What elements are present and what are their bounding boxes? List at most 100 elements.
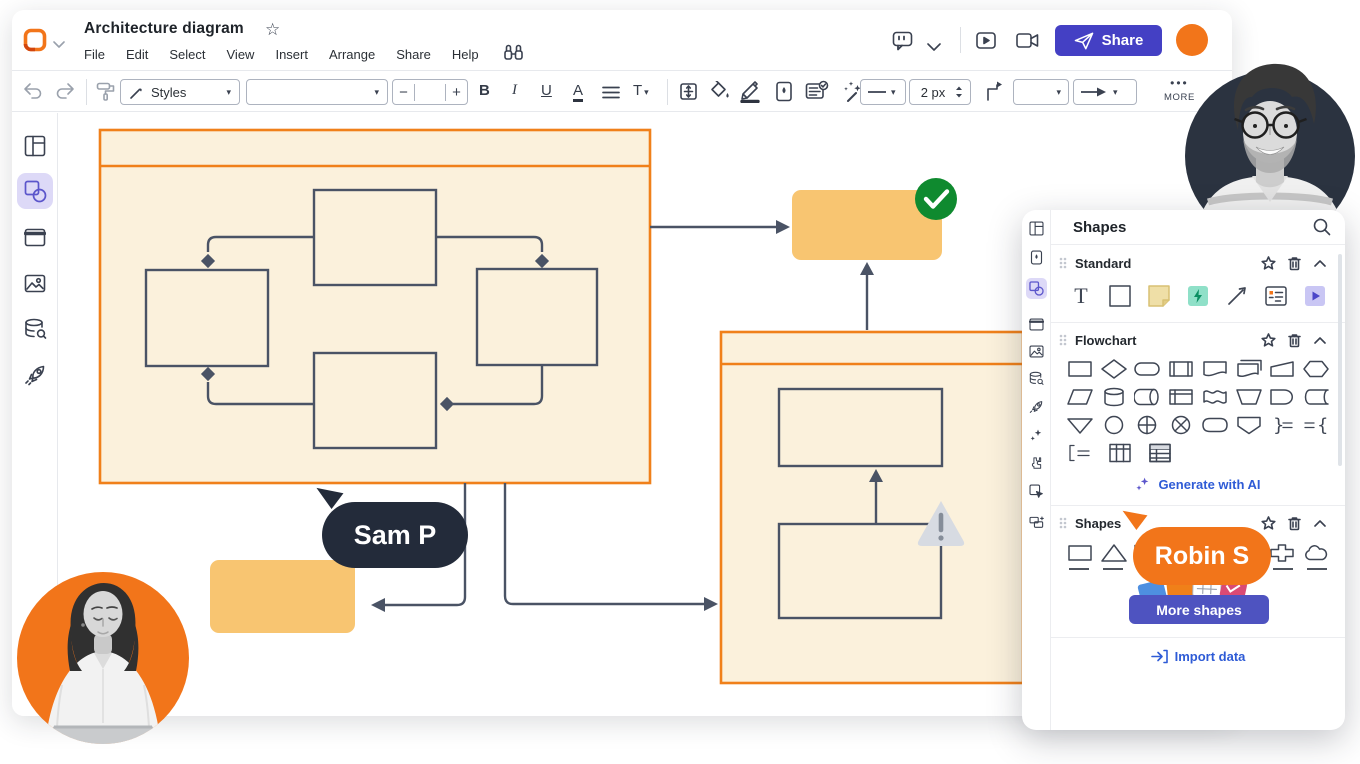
more-shapes-button[interactable]: More shapes	[1129, 595, 1269, 624]
generate-ai-button[interactable]: Generate with AI	[1051, 469, 1345, 499]
shape-loop-limit[interactable]	[1202, 415, 1228, 435]
process-box[interactable]	[779, 389, 942, 466]
favorite-star-icon[interactable]: ☆	[265, 20, 280, 40]
shape-embed[interactable]	[1303, 284, 1327, 308]
magic-rail-icon[interactable]	[1026, 425, 1047, 446]
templates-icon[interactable]	[23, 134, 47, 158]
shape-manual-operation[interactable]	[1236, 387, 1262, 407]
italic-icon[interactable]: I	[512, 82, 517, 99]
rocket-rail-icon[interactable]	[1026, 397, 1047, 418]
shape-direct-access-storage[interactable]	[1134, 387, 1160, 407]
shape-multiple-documents[interactable]	[1236, 359, 1262, 379]
selection-settings-icon[interactable]	[678, 81, 699, 107]
menu-select[interactable]: Select	[169, 47, 205, 62]
line-color-icon[interactable]	[740, 79, 762, 108]
shape-feature-list[interactable]	[1264, 284, 1288, 308]
redo-icon[interactable]	[54, 82, 76, 105]
shape-stored-data[interactable]	[1303, 387, 1329, 407]
magic-wand-icon[interactable]	[840, 80, 862, 107]
text-align-icon[interactable]	[602, 86, 620, 104]
shape-row-table[interactable]	[1147, 443, 1173, 463]
undo-icon[interactable]	[22, 82, 44, 105]
styles-ink-icon[interactable]	[1026, 247, 1047, 268]
process-box[interactable]	[477, 269, 597, 365]
menu-help[interactable]: Help	[452, 47, 479, 62]
images-icon[interactable]	[23, 271, 47, 295]
shape-rectangle[interactable]	[1108, 284, 1132, 308]
menu-view[interactable]: View	[227, 47, 255, 62]
text-options-icon[interactable]: T▾	[633, 82, 649, 100]
containers-rail-icon[interactable]	[1026, 512, 1047, 533]
shape-text[interactable]: T	[1069, 284, 1093, 308]
shape-braces[interactable]: {	[1303, 415, 1329, 435]
shape-delay[interactable]	[1269, 387, 1295, 407]
shape-document[interactable]	[1202, 359, 1228, 379]
collapse-chevron-icon[interactable]	[1311, 337, 1329, 344]
menu-share[interactable]: Share	[396, 47, 431, 62]
process-box[interactable]	[314, 353, 436, 448]
font-size-stepper[interactable]: − +	[392, 79, 468, 105]
import-data-link[interactable]: Import data	[1051, 638, 1345, 674]
line-width-stepper[interactable]: 2 px	[909, 79, 971, 105]
connector-type-icon[interactable]	[984, 80, 1004, 107]
connector-style-dropdown[interactable]: ▾	[1013, 79, 1069, 105]
shape-data[interactable]	[1067, 387, 1093, 407]
plugins-puzzle-icon[interactable]	[1026, 453, 1047, 474]
process-box[interactable]	[146, 270, 268, 366]
collapse-chevron-icon[interactable]	[1311, 260, 1329, 267]
shape-sticky-note[interactable]	[1147, 284, 1171, 308]
gold-node[interactable]	[210, 560, 355, 633]
document-title[interactable]: Architecture diagram	[84, 20, 244, 38]
chevron-down-icon[interactable]	[927, 39, 941, 57]
logo-chevron-down-icon[interactable]	[53, 36, 65, 54]
assign-task-icon[interactable]	[805, 80, 829, 107]
frames-icon[interactable]	[23, 225, 47, 249]
line-style-dropdown[interactable]: ▾	[860, 79, 906, 105]
process-box[interactable]	[314, 190, 436, 285]
arrowhead-dropdown[interactable]: ▾	[1073, 79, 1137, 105]
shape-off-page-connector[interactable]	[1236, 415, 1262, 435]
shapes-rail-icon-selected[interactable]	[1026, 278, 1047, 299]
connector[interactable]	[505, 483, 708, 604]
trash-icon[interactable]	[1285, 516, 1303, 531]
shape-manual-input[interactable]	[1269, 359, 1295, 379]
process-box[interactable]	[779, 524, 941, 618]
shape-decision[interactable]	[1101, 359, 1127, 379]
present-icon[interactable]	[976, 32, 996, 54]
shape-column-table[interactable]	[1107, 443, 1133, 463]
fill-color-icon[interactable]	[709, 81, 731, 107]
font-dropdown[interactable]: ▾	[246, 79, 388, 105]
shape-or[interactable]	[1168, 415, 1194, 435]
trash-icon[interactable]	[1285, 333, 1303, 348]
drag-handle-icon[interactable]	[1059, 334, 1067, 346]
comments-icon[interactable]	[892, 31, 913, 56]
search-icon[interactable]	[1313, 218, 1331, 236]
find-binoculars-icon[interactable]	[504, 44, 523, 65]
text-color-icon[interactable]: A	[573, 82, 583, 102]
lucid-logo-icon[interactable]	[22, 27, 48, 58]
menu-file[interactable]: File	[84, 47, 105, 62]
shapes-icon[interactable]	[23, 179, 47, 203]
shape-predefined-process[interactable]	[1168, 359, 1194, 379]
shape-rectangle[interactable]	[1067, 543, 1093, 563]
minus-icon[interactable]: −	[393, 84, 415, 101]
video-camera-icon[interactable]	[1016, 33, 1039, 53]
plus-icon[interactable]: +	[445, 84, 467, 101]
share-button[interactable]: Share	[1055, 25, 1162, 56]
trash-icon[interactable]	[1285, 256, 1303, 271]
shape-database[interactable]	[1101, 387, 1127, 407]
menu-insert[interactable]: Insert	[275, 47, 308, 62]
images-rail-icon[interactable]	[1026, 341, 1047, 362]
menu-edit[interactable]: Edit	[126, 47, 148, 62]
shape-process[interactable]	[1067, 359, 1093, 379]
shape-preparation[interactable]	[1303, 359, 1329, 379]
shape-smart[interactable]	[1186, 284, 1210, 308]
panel-scrollbar[interactable]	[1338, 254, 1342, 466]
favorite-star-icon[interactable]	[1259, 256, 1277, 270]
marketplace-rocket-icon[interactable]	[23, 363, 47, 387]
collapse-chevron-icon[interactable]	[1311, 520, 1329, 527]
data-linking-icon[interactable]	[23, 317, 47, 341]
shape-cloud[interactable]	[1303, 543, 1329, 563]
favorite-star-icon[interactable]	[1259, 333, 1277, 347]
drag-handle-icon[interactable]	[1059, 257, 1067, 269]
